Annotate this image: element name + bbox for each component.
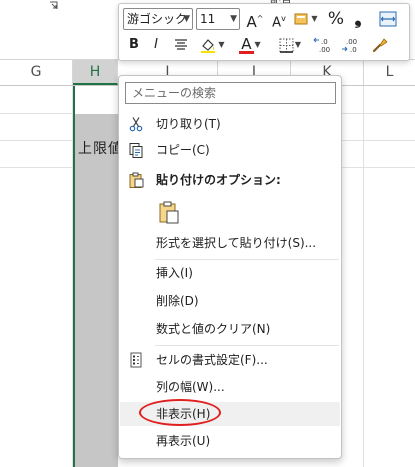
menu-item-label: 再表示(U) <box>156 434 211 448</box>
fill-color-button[interactable]: ▼ <box>197 34 227 56</box>
svg-text:.0: .0 <box>350 46 357 54</box>
decrease-decimal-button[interactable]: .00 .0 <box>339 34 365 56</box>
menu-item-label: 削除(D) <box>156 294 199 308</box>
font-name-value: 游ゴシック <box>127 12 188 26</box>
menu-item-column-width[interactable]: 列の幅(W)... <box>120 375 340 399</box>
font-color-button[interactable]: A ▼ <box>235 34 265 56</box>
menu-item-label: 形式を選択して貼り付け(S)... <box>156 236 317 250</box>
shrink-font-icon: A <box>272 15 282 31</box>
borders-icon <box>279 38 294 53</box>
column-header-h[interactable]: H <box>73 60 118 85</box>
borders-button[interactable]: ▼ <box>275 34 305 56</box>
svg-text:.00: .00 <box>346 38 357 46</box>
align-center-icon <box>175 38 187 50</box>
number-format-icon <box>294 13 308 25</box>
gridline <box>363 86 364 467</box>
italic-button[interactable]: I <box>147 34 165 56</box>
dialog-launcher-icon[interactable] <box>49 1 58 10</box>
format-painter-button[interactable] <box>369 34 391 56</box>
decrease-decimal-icon: .00 .0 <box>342 38 357 54</box>
menu-item-label: セルの書式設定(F)... <box>156 353 268 367</box>
menu-item-label: 挿入(I) <box>156 266 193 280</box>
menu-item-label: 列の幅(W)... <box>156 380 225 394</box>
column-header-l[interactable]: L <box>364 60 415 85</box>
format-painter-icon <box>372 38 388 53</box>
mini-toolbar: 游ゴシック ▼ 11 ▼ A^ Av ▼ % ❟ B I ▼ A ▼ ▼ .0 … <box>118 3 410 61</box>
menu-separator <box>155 259 339 260</box>
menu-item-paste-special[interactable]: 形式を選択して貼り付け(S)... <box>120 231 340 255</box>
align-center-button[interactable] <box>171 34 191 56</box>
chevron-down-icon: ▼ <box>183 14 190 24</box>
menu-item-unhide[interactable]: 再表示(U) <box>120 429 340 453</box>
menu-item-delete[interactable]: 削除(D) <box>120 289 340 313</box>
context-menu: メニューの検索 切り取り(T) コピー(C) 貼り付けのオプション: 形式を選択… <box>118 75 342 459</box>
active-cell[interactable] <box>73 86 118 114</box>
font-size-value: 11 <box>200 12 216 26</box>
number-format-button[interactable]: ▼ <box>293 8 319 30</box>
menu-item-insert[interactable]: 挿入(I) <box>120 261 340 285</box>
grow-font-button[interactable]: A^ <box>245 8 265 31</box>
font-size-select[interactable]: 11 ▼ <box>196 8 240 30</box>
svg-text:.00: .00 <box>319 46 330 54</box>
menu-item-cut[interactable]: 切り取り(T) <box>120 112 340 136</box>
shrink-font-button[interactable]: Av <box>269 8 289 30</box>
bold-button[interactable]: B <box>125 34 143 56</box>
grow-font-icon: A <box>246 13 257 31</box>
wrap-text-button[interactable] <box>377 8 399 30</box>
menu-item-copy[interactable]: コピー(C) <box>120 138 340 162</box>
menu-item-label: コピー(C) <box>156 143 210 157</box>
chevron-down-icon: ▼ <box>294 40 302 49</box>
scissors-icon <box>129 117 143 132</box>
copy-icon <box>129 143 143 158</box>
increase-decimal-button[interactable]: .0 .00 <box>311 34 337 56</box>
paste-button-icon[interactable] <box>157 200 181 224</box>
increase-decimal-icon: .0 .00 <box>313 37 330 54</box>
menu-item-label: 数式と値のクリア(N) <box>156 322 271 336</box>
chevron-down-icon: ▼ <box>230 14 237 24</box>
font-color-icon: A <box>239 34 254 54</box>
menu-heading-label: 貼り付けのオプション: <box>156 173 281 187</box>
menu-search-input[interactable]: メニューの検索 <box>125 82 336 104</box>
clipboard-icon <box>129 172 144 188</box>
comma-style-button[interactable]: ❟ <box>349 8 367 30</box>
menu-item-clear-contents[interactable]: 数式と値のクリア(N) <box>120 317 340 341</box>
chevron-down-icon: ▼ <box>218 40 225 49</box>
font-name-select[interactable]: 游ゴシック ▼ <box>123 8 193 30</box>
column-header-g[interactable]: G <box>0 60 73 85</box>
menu-heading-paste-options: 貼り付けのオプション: <box>120 168 340 192</box>
wrap-text-icon <box>379 11 397 26</box>
fill-color-icon <box>201 39 216 53</box>
percent-style-button[interactable]: % <box>325 8 347 30</box>
format-cells-icon <box>130 352 142 368</box>
chevron-down-icon: ▼ <box>311 14 318 23</box>
menu-separator <box>155 345 339 346</box>
chevron-down-icon: ▼ <box>254 40 261 49</box>
svg-text:.0: .0 <box>321 38 328 46</box>
cell-value: 上限値 <box>78 141 123 157</box>
menu-item-label: 切り取り(T) <box>156 117 221 131</box>
menu-item-format-cells[interactable]: セルの書式設定(F)... <box>120 348 340 372</box>
highlight-ellipse <box>139 399 221 426</box>
